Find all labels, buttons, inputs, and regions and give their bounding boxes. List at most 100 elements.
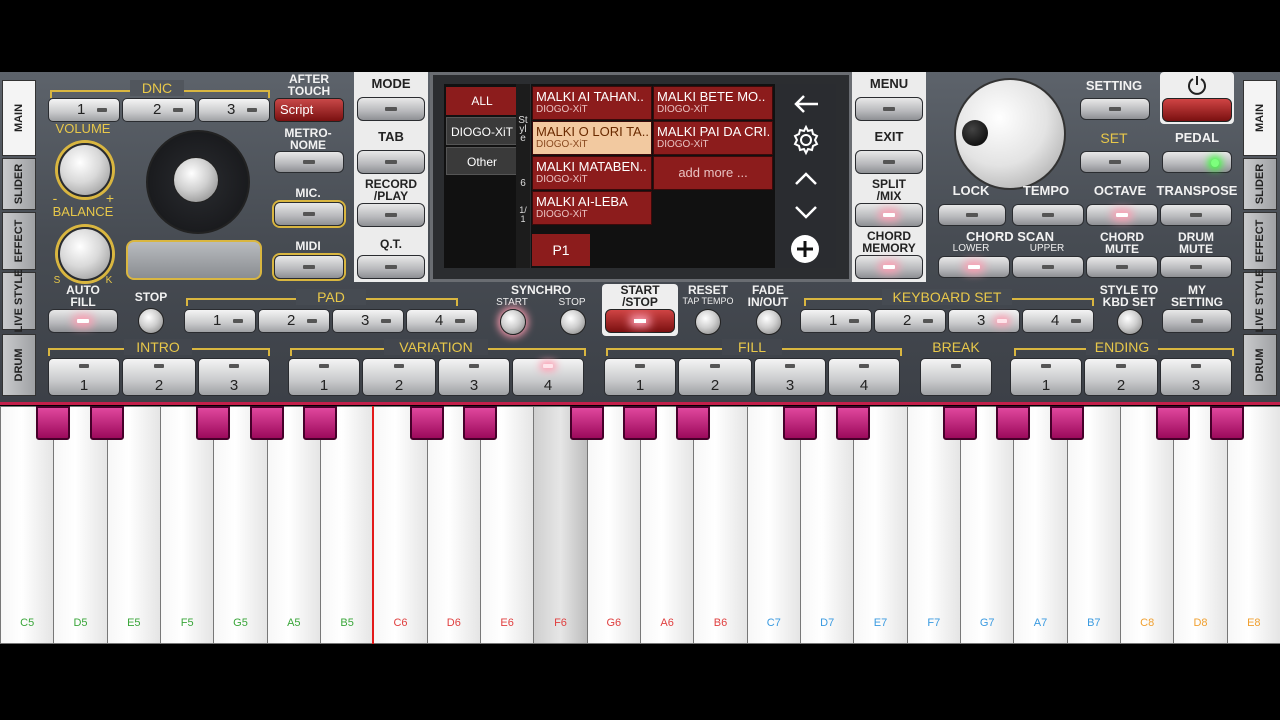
mic-button[interactable]: [274, 202, 344, 226]
intro-1-button[interactable]: 1: [48, 358, 120, 396]
side-tab-live-style-right[interactable]: LIVE STYLE: [1243, 270, 1277, 332]
white-key-e7[interactable]: E7: [853, 406, 908, 644]
style-item[interactable]: MALKI MATABEN.. DIOGO-XiT: [532, 156, 652, 190]
black-key[interactable]: [943, 406, 977, 440]
auto-fill-button[interactable]: [48, 309, 118, 333]
variation-4-button[interactable]: 4: [512, 358, 584, 396]
chevron-up-icon[interactable]: [794, 170, 818, 186]
side-tab-effect-left[interactable]: EFFECT: [2, 212, 36, 270]
white-key-d6[interactable]: D6: [426, 406, 481, 644]
black-key[interactable]: [196, 406, 231, 440]
side-tab-main-right[interactable]: MAIN: [1243, 80, 1277, 156]
style-item[interactable]: MALKI AI TAHAN.. DIOGO-XiT: [532, 86, 652, 120]
fade-button[interactable]: [756, 309, 782, 335]
back-arrow-icon[interactable]: [792, 92, 820, 116]
pad-1-button[interactable]: 1: [184, 309, 256, 333]
chord-mute-button[interactable]: [1086, 256, 1158, 278]
black-key[interactable]: [1156, 406, 1191, 440]
variation-2-button[interactable]: 2: [362, 358, 436, 396]
power-button[interactable]: [1162, 98, 1232, 122]
pad-4-button[interactable]: 4: [406, 309, 478, 333]
white-key-e8[interactable]: E8: [1226, 406, 1280, 644]
black-key[interactable]: [623, 406, 657, 440]
menu-button[interactable]: [855, 97, 923, 121]
fill-1-button[interactable]: 1: [604, 358, 676, 396]
style-item[interactable]: MALKI PAI DA CRI.. DIOGO-XiT: [653, 121, 773, 155]
lock-button[interactable]: [938, 204, 1006, 226]
transpose-button[interactable]: [1160, 204, 1232, 226]
white-key-a5[interactable]: A5: [266, 406, 321, 644]
white-key-g6[interactable]: G6: [586, 406, 641, 644]
black-key[interactable]: [463, 406, 497, 440]
variation-1-button[interactable]: 1: [288, 358, 360, 396]
split-mix-button[interactable]: [855, 203, 923, 227]
midi-button[interactable]: [274, 255, 344, 279]
chord-memory-button[interactable]: [855, 255, 923, 279]
filter-diogo-xit[interactable]: DIOGO-XiT: [446, 117, 518, 145]
drum-mute-button[interactable]: [1160, 256, 1232, 278]
pedal-button[interactable]: [1162, 151, 1232, 173]
tempo-button[interactable]: [1012, 204, 1084, 226]
white-key-b6[interactable]: B6: [693, 406, 748, 644]
record-play-button[interactable]: [357, 203, 425, 227]
white-key-d7[interactable]: D7: [800, 406, 855, 644]
white-key-f5[interactable]: F5: [160, 406, 215, 644]
fill-2-button[interactable]: 2: [678, 358, 752, 396]
script-button[interactable]: Script: [274, 98, 344, 122]
filter-all[interactable]: ALL: [446, 87, 518, 115]
fill-4-button[interactable]: 4: [828, 358, 900, 396]
kbd-set-3-button[interactable]: 3: [948, 309, 1020, 333]
white-key-e5[interactable]: E5: [106, 406, 161, 644]
tab-button[interactable]: [357, 150, 425, 174]
mode-button[interactable]: [357, 97, 425, 121]
setting-button[interactable]: [1080, 98, 1150, 120]
dnc-3-button[interactable]: 3: [198, 98, 270, 122]
intro-3-button[interactable]: 3: [198, 358, 270, 396]
white-key-g7[interactable]: G7: [960, 406, 1015, 644]
kbd-set-4-button[interactable]: 4: [1022, 309, 1094, 333]
white-key-g5[interactable]: G5: [213, 406, 268, 644]
white-key-c6[interactable]: C6: [373, 406, 428, 644]
volume-knob[interactable]: [58, 143, 112, 197]
white-key-c8[interactable]: C8: [1120, 406, 1175, 644]
white-key-e6[interactable]: E6: [480, 406, 535, 644]
chord-scan-upper-button[interactable]: [1012, 256, 1084, 278]
white-key-c5[interactable]: C5: [0, 406, 55, 644]
page-indicator[interactable]: P1: [532, 234, 590, 266]
side-tab-drum-right[interactable]: DRUM: [1243, 334, 1277, 396]
side-tab-drum-left[interactable]: DRUM: [2, 334, 36, 396]
synchro-stop-button[interactable]: [560, 309, 586, 335]
add-circle-icon[interactable]: [790, 234, 820, 264]
white-key-b5[interactable]: B5: [320, 406, 375, 644]
white-key-a7[interactable]: A7: [1013, 406, 1068, 644]
fill-3-button[interactable]: 3: [754, 358, 826, 396]
white-key-b7[interactable]: B7: [1066, 406, 1121, 644]
reset-button[interactable]: [695, 309, 721, 335]
joystick-handle[interactable]: [173, 157, 219, 203]
style-item[interactable]: MALKI BETE MO.. DIOGO-XiT: [653, 86, 773, 120]
variation-3-button[interactable]: 3: [438, 358, 510, 396]
exit-button[interactable]: [855, 150, 923, 174]
balance-knob[interactable]: [58, 227, 112, 281]
black-key[interactable]: [89, 406, 124, 440]
black-key[interactable]: [569, 406, 604, 440]
white-key-f6[interactable]: F6: [533, 406, 588, 644]
kbd-set-2-button[interactable]: 2: [874, 309, 946, 333]
side-tab-slider-right[interactable]: SLIDER: [1243, 158, 1277, 210]
octave-button[interactable]: [1086, 204, 1158, 226]
metronome-button[interactable]: [274, 151, 344, 173]
pad-2-button[interactable]: 2: [258, 309, 330, 333]
intro-2-button[interactable]: 2: [122, 358, 196, 396]
ending-1-button[interactable]: 1: [1010, 358, 1082, 396]
start-stop-button[interactable]: [605, 309, 675, 333]
side-tab-effect-right[interactable]: EFFECT: [1243, 212, 1277, 270]
ending-3-button[interactable]: 3: [1160, 358, 1232, 396]
chord-scan-lower-button[interactable]: [938, 256, 1010, 278]
black-key[interactable]: [303, 406, 337, 440]
white-key-d5[interactable]: D5: [53, 406, 108, 644]
black-key[interactable]: [1049, 406, 1084, 440]
kbd-set-1-button[interactable]: 1: [800, 309, 872, 333]
black-key[interactable]: [676, 406, 711, 440]
black-key[interactable]: [836, 406, 871, 440]
touch-pad[interactable]: [126, 240, 262, 280]
